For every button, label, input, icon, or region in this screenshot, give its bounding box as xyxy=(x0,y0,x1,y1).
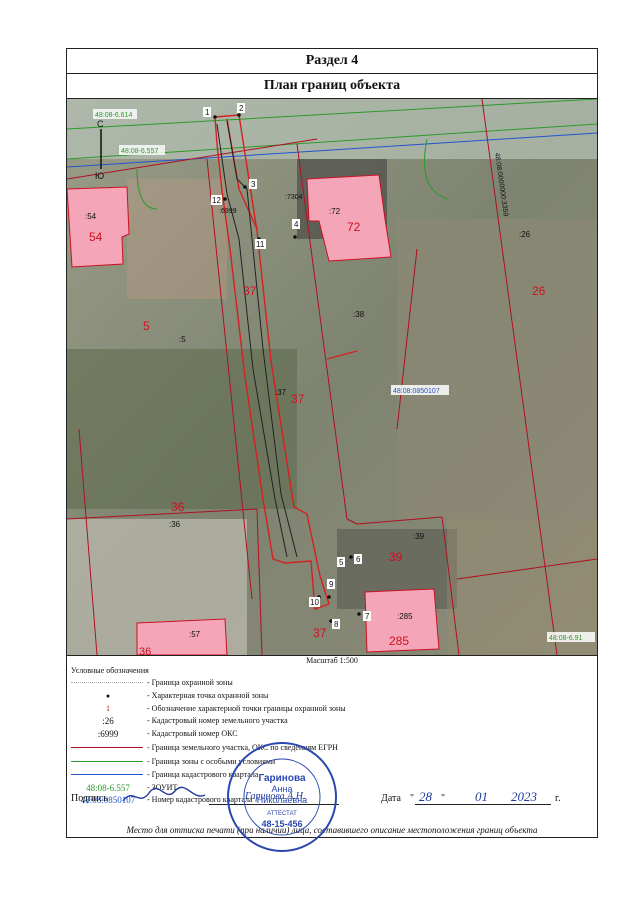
parcel-num-72: 72 xyxy=(347,220,361,234)
signature-scribble xyxy=(122,786,206,802)
svg-text:48-15-456: 48-15-456 xyxy=(261,819,302,829)
plan-title: План границ объекта xyxy=(67,74,597,99)
parcel-num-5: 5 xyxy=(143,319,150,333)
point-label-2: 2 xyxy=(239,104,244,113)
point-label-9: 9 xyxy=(329,580,334,589)
date-suffix: г. xyxy=(555,793,561,804)
legend-title: Условные обозначения xyxy=(71,666,149,675)
point-label-7: 7 xyxy=(365,612,370,621)
parcel-num-37b: 37 xyxy=(291,392,305,406)
svg-text:Николаевна: Николаевна xyxy=(257,795,307,805)
cadastral-map: 1 2 3 4 5 6 7 8 9 10 11 12:54 54:72 72… xyxy=(67,99,597,656)
point-label-4: 4 xyxy=(294,220,299,229)
zone-label-bottom-right: 48:08-6.91 xyxy=(549,635,583,642)
zone-label-2: 48:08-6.557 xyxy=(121,148,158,155)
point-label-10: 10 xyxy=(310,598,319,607)
parcel-num-37c: 37 xyxy=(313,626,327,640)
parcel-code-5: :5 xyxy=(179,335,186,344)
parcel-code-38: :38 xyxy=(353,310,365,319)
stamp: Гаринова Анна Николаевна АТТЕСТАТ 48-15-… xyxy=(226,741,338,853)
parcel-code-26: :26 xyxy=(519,230,531,239)
point-label-8: 8 xyxy=(334,620,339,629)
parcel-num-54: 54 xyxy=(89,230,103,244)
oks-label: :6999 xyxy=(219,208,237,215)
legend-oks-number: :6999 - Кадастровый номер ОКС xyxy=(97,729,238,739)
zone-label-top: 48:08-6.614 xyxy=(95,112,132,119)
point-label-6: 6 xyxy=(356,555,361,564)
section-title: Раздел 4 xyxy=(67,49,597,74)
legend-guard-zone: - Граница охранной зоны xyxy=(67,676,597,690)
parcel-code-54: :54 xyxy=(85,212,97,221)
parcel-num-26: 26 xyxy=(532,284,546,298)
parcel-code-37: :37 xyxy=(275,388,287,397)
parcel-code-36: :36 xyxy=(169,520,181,529)
svg-text:АТТЕСТАТ: АТТЕСТАТ xyxy=(267,811,297,817)
svg-text:Ю: Ю xyxy=(95,171,104,181)
legend-guard-point: ● - Характерная точка охранной зоны xyxy=(105,691,269,700)
date-day: 28 xyxy=(419,789,432,804)
signature-label: Подпись xyxy=(71,793,108,804)
svg-text:Анна: Анна xyxy=(272,784,293,794)
date-month: 01 xyxy=(475,789,488,804)
date-label: Дата xyxy=(381,793,401,804)
parcel-num-39: 39 xyxy=(389,550,403,564)
svg-text:С: С xyxy=(97,119,104,129)
parcel-num-36b: 36 xyxy=(139,646,151,655)
parcel-code-285: :285 xyxy=(397,612,413,621)
parcel-num-285: 285 xyxy=(389,634,409,648)
legend-parcel-number: :26 - Кадастровый номер земельного участ… xyxy=(102,716,288,726)
scale-label: Масштаб 1:500 xyxy=(306,656,358,665)
svg-text:Гаринова: Гаринова xyxy=(258,773,306,784)
quarter-label: 48:08:0850107 xyxy=(393,388,440,395)
parcel-code-39: :39 xyxy=(413,532,425,541)
point-label-5: 5 xyxy=(339,558,344,567)
point-label-3: 3 xyxy=(251,180,256,189)
parcel-code-72: :72 xyxy=(329,207,341,216)
point-label-11: 11 xyxy=(256,240,265,249)
parcel-code-57: :57 xyxy=(189,630,201,639)
point-label-12: 12 xyxy=(212,196,221,205)
parcel-num-36: 36 xyxy=(171,500,185,514)
point-label-1: 1 xyxy=(205,108,210,117)
date-year: 2023 xyxy=(511,789,537,804)
oks-label-2: :7304 xyxy=(285,194,303,201)
document-frame: Раздел 4 План границ объекта 1 2 3 4 5 6… xyxy=(66,48,598,852)
parcel-num-37a: 37 xyxy=(243,284,257,298)
